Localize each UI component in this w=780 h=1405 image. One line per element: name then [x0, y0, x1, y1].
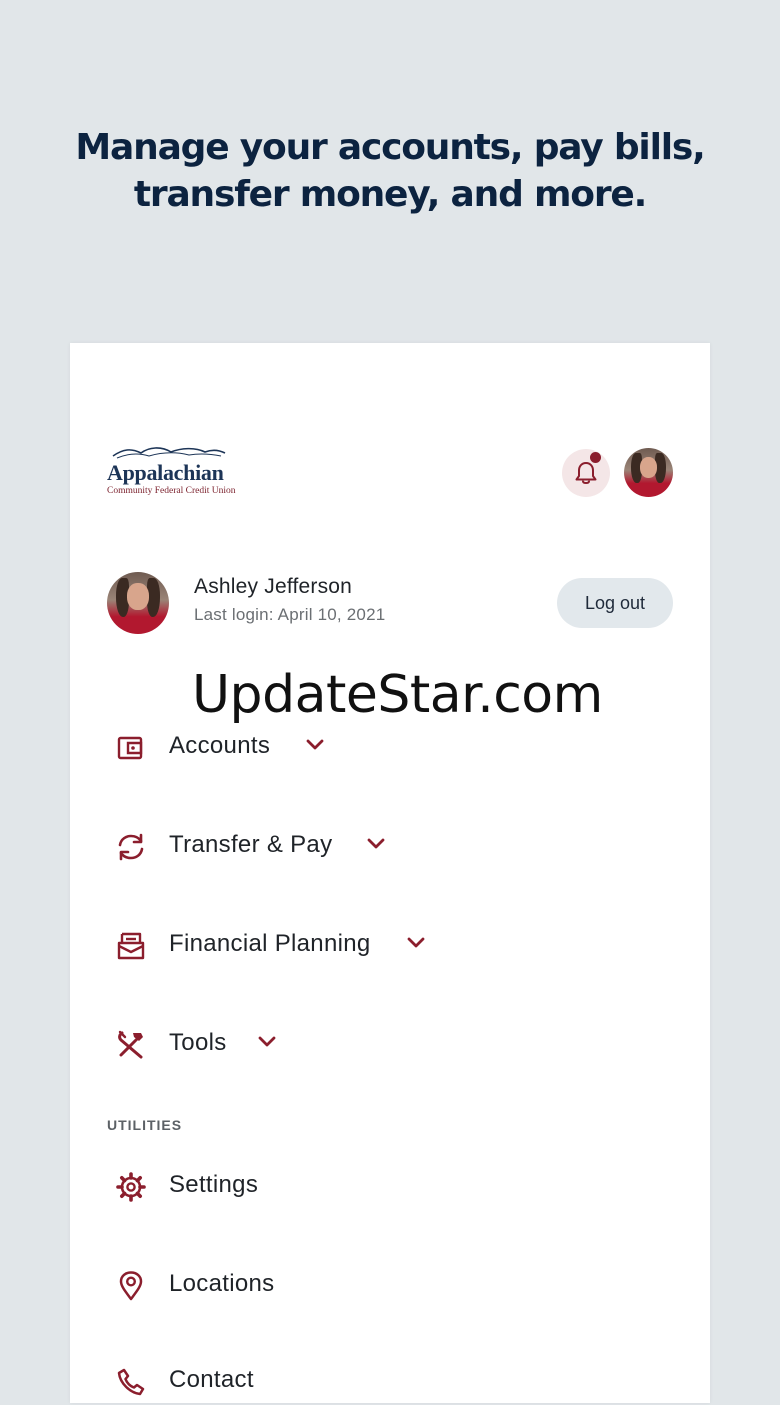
headline-line-2: transfer money, and more.	[133, 174, 647, 215]
user-avatar[interactable]	[624, 448, 673, 497]
gear-icon	[116, 1172, 146, 1202]
nav-item-tools[interactable]: Tools	[106, 1018, 291, 1068]
transfer-icon	[118, 833, 144, 861]
chevron-down-icon	[258, 1036, 276, 1047]
bell-icon	[575, 462, 597, 484]
chevron-down-icon	[367, 838, 385, 849]
wallet-icon	[117, 736, 143, 760]
headline: Manage your accounts, pay bills, transfe…	[0, 124, 780, 218]
nav-label-settings: Settings	[169, 1171, 259, 1198]
nav-label-accounts: Accounts	[169, 732, 271, 759]
utilities-section-label: UTILITIES	[107, 1117, 183, 1133]
nav-label-tools: Tools	[169, 1029, 227, 1056]
mountains-icon	[112, 447, 226, 459]
logo-name: Appalachian	[107, 460, 224, 485]
planning-icon	[117, 932, 145, 960]
phone-icon	[117, 1368, 145, 1396]
nav-item-contact[interactable]: Contact	[106, 1355, 356, 1405]
chevron-down-icon	[407, 937, 425, 948]
profile-avatar	[107, 572, 169, 634]
logo-subtitle: Community Federal Credit Union	[107, 486, 236, 496]
logout-button[interactable]: Log out	[557, 578, 673, 628]
appalachian-logo[interactable]: Appalachian Community Federal Credit Uni…	[106, 443, 236, 503]
tools-icon	[118, 1030, 143, 1059]
last-login: Last login: April 10, 2021	[194, 605, 386, 624]
nav-label-financial-planning: Financial Planning	[169, 930, 371, 957]
notifications-button[interactable]	[562, 449, 610, 497]
nav-item-locations[interactable]: Locations	[106, 1259, 356, 1309]
headline-line-1: Manage your accounts, pay bills,	[75, 127, 705, 168]
watermark: UpdateStar.com	[192, 665, 603, 725]
user-name: Ashley Jefferson	[194, 575, 353, 598]
nav-item-settings[interactable]: Settings	[106, 1160, 356, 1210]
chevron-down-icon	[306, 739, 324, 750]
location-pin-icon	[119, 1271, 143, 1301]
menu-card: Appalachian Community Federal Credit Uni…	[70, 343, 710, 1403]
nav-item-transfer-pay[interactable]: Transfer & Pay	[106, 820, 396, 870]
nav-item-accounts[interactable]: Accounts	[106, 721, 336, 771]
nav-item-financial-planning[interactable]: Financial Planning	[106, 919, 436, 969]
notification-badge	[590, 452, 601, 463]
nav-label-transfer-pay: Transfer & Pay	[169, 831, 333, 858]
nav-label-contact: Contact	[169, 1366, 254, 1393]
nav-label-locations: Locations	[169, 1270, 275, 1297]
